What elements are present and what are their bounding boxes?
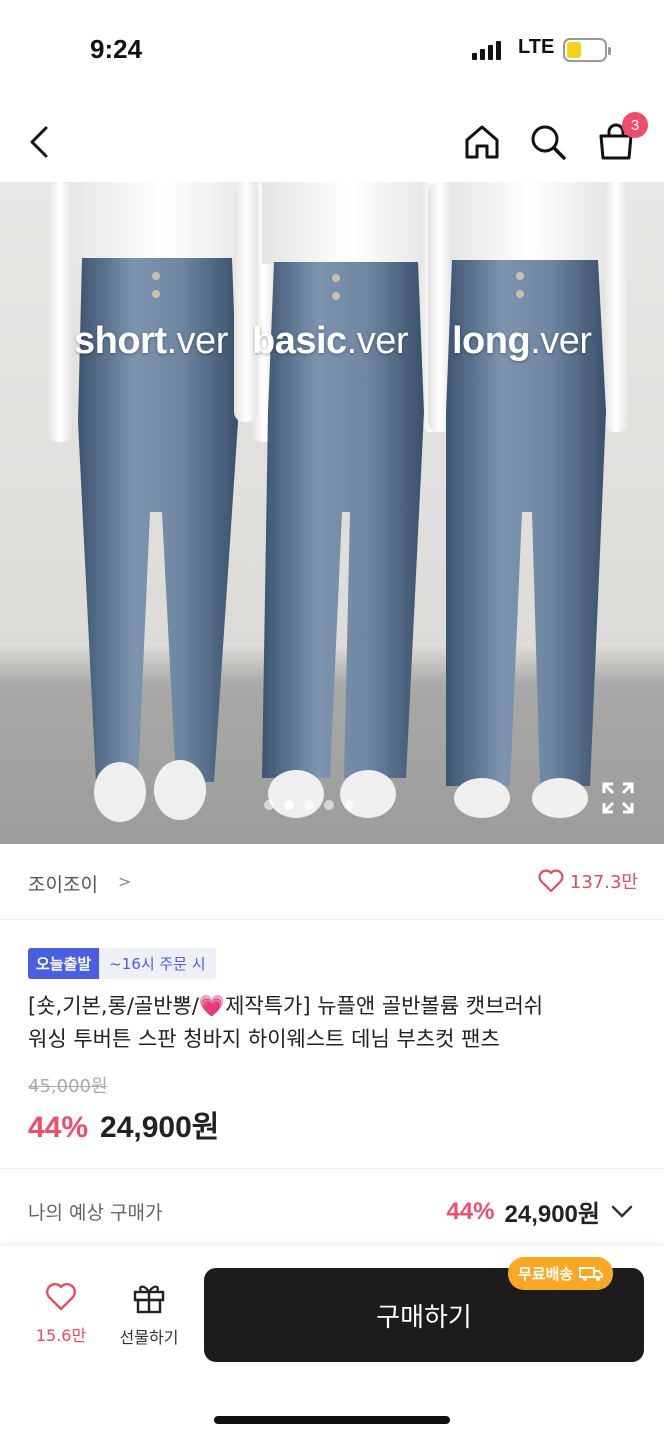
seller-name[interactable]: 조이조이 — [28, 870, 98, 897]
search-icon — [531, 125, 566, 160]
discount-rate: 44% — [28, 1111, 89, 1144]
battery-icon — [563, 38, 611, 62]
home-button[interactable] — [460, 120, 504, 164]
label-long-ver: long.ver — [452, 320, 592, 362]
page-dot — [344, 800, 354, 810]
page-dot-active — [284, 800, 294, 810]
gift-label: 선물하기 — [119, 1328, 179, 1347]
label-basic-ver: basic.ver — [252, 320, 409, 362]
page-dot — [324, 800, 334, 810]
chevron-right-icon: > — [118, 872, 132, 891]
network-label: LTE — [518, 36, 555, 58]
expected-price-row[interactable]: 나의 예상 구매가 44% 24,900원 — [0, 1168, 664, 1246]
gift-button[interactable]: 선물하기 — [110, 1282, 188, 1348]
product-title-line2: 워싱 투버튼 스판 청바지 하이웨스트 데님 부츠컷 팬츠 — [28, 1027, 500, 1051]
original-price: 45,000원 — [28, 1076, 108, 1097]
seller-like-count: 137.3만 — [569, 872, 638, 893]
seller-row[interactable]: 조이조이 > 137.3만 — [0, 844, 664, 920]
page-dot — [264, 800, 274, 810]
gift-icon — [133, 1285, 165, 1314]
sale-price: 24,900원 — [100, 1111, 220, 1144]
jeans-illustration — [48, 182, 628, 822]
search-button[interactable] — [526, 120, 570, 164]
heart-icon — [46, 1283, 76, 1311]
today-delivery-badge: 오늘출발 — [28, 948, 100, 979]
bottom-action-bar: 15.6만 선물하기 구매하기 무료배송 — [0, 1246, 664, 1440]
expected-discount: 44% — [446, 1197, 495, 1225]
home-indicator — [214, 1416, 450, 1424]
product-title: [숏,기본,롱/골반뽕/💗제작특가] 뉴플앤 골반볼륨 캣브러쉬 워싱 투버튼 … — [28, 990, 640, 1056]
free-shipping-label: 무료배송 — [518, 1265, 574, 1283]
delivery-badges: 오늘출발 ~16시 주문 시 — [28, 948, 216, 979]
label-short-ver: short.ver — [74, 320, 228, 362]
heart-icon — [538, 869, 564, 893]
like-count: 15.6만 — [35, 1326, 87, 1345]
cart-button[interactable]: 3 — [594, 112, 648, 164]
like-button[interactable]: 15.6만 — [28, 1282, 94, 1346]
home-icon — [465, 125, 499, 159]
top-nav: 3 — [0, 100, 664, 182]
image-pagination — [264, 800, 354, 810]
expected-price-label: 나의 예상 구매가 — [28, 1202, 163, 1224]
cart-count-badge: 3 — [622, 112, 648, 138]
expected-price: 24,900원 — [504, 1201, 601, 1228]
free-shipping-badge: 무료배송 — [508, 1257, 614, 1290]
signal-icon — [472, 40, 501, 60]
product-title-line1: [숏,기본,롱/골반뽕/💗제작특가] 뉴플앤 골반볼륨 캣브러쉬 — [28, 994, 544, 1018]
price-row: 44% 24,900원 — [28, 1102, 219, 1146]
back-button[interactable] — [18, 120, 62, 164]
chevron-left-icon — [30, 126, 48, 158]
seller-like-button[interactable]: 137.3만 — [538, 868, 638, 894]
expand-icon — [602, 782, 634, 814]
chevron-down-icon — [611, 1205, 633, 1218]
product-image[interactable]: short.ver basic.ver long.ver — [0, 182, 664, 844]
page-dot — [304, 800, 314, 810]
cutoff-badge: ~16시 주문 시 — [99, 948, 216, 979]
status-time: 9:24 — [90, 34, 143, 64]
expand-button[interactable] — [600, 780, 636, 816]
status-bar: 9:24 LTE — [0, 0, 664, 100]
truck-icon — [579, 1266, 604, 1281]
expected-price-toggle[interactable]: 44% 24,900원 — [446, 1194, 634, 1229]
